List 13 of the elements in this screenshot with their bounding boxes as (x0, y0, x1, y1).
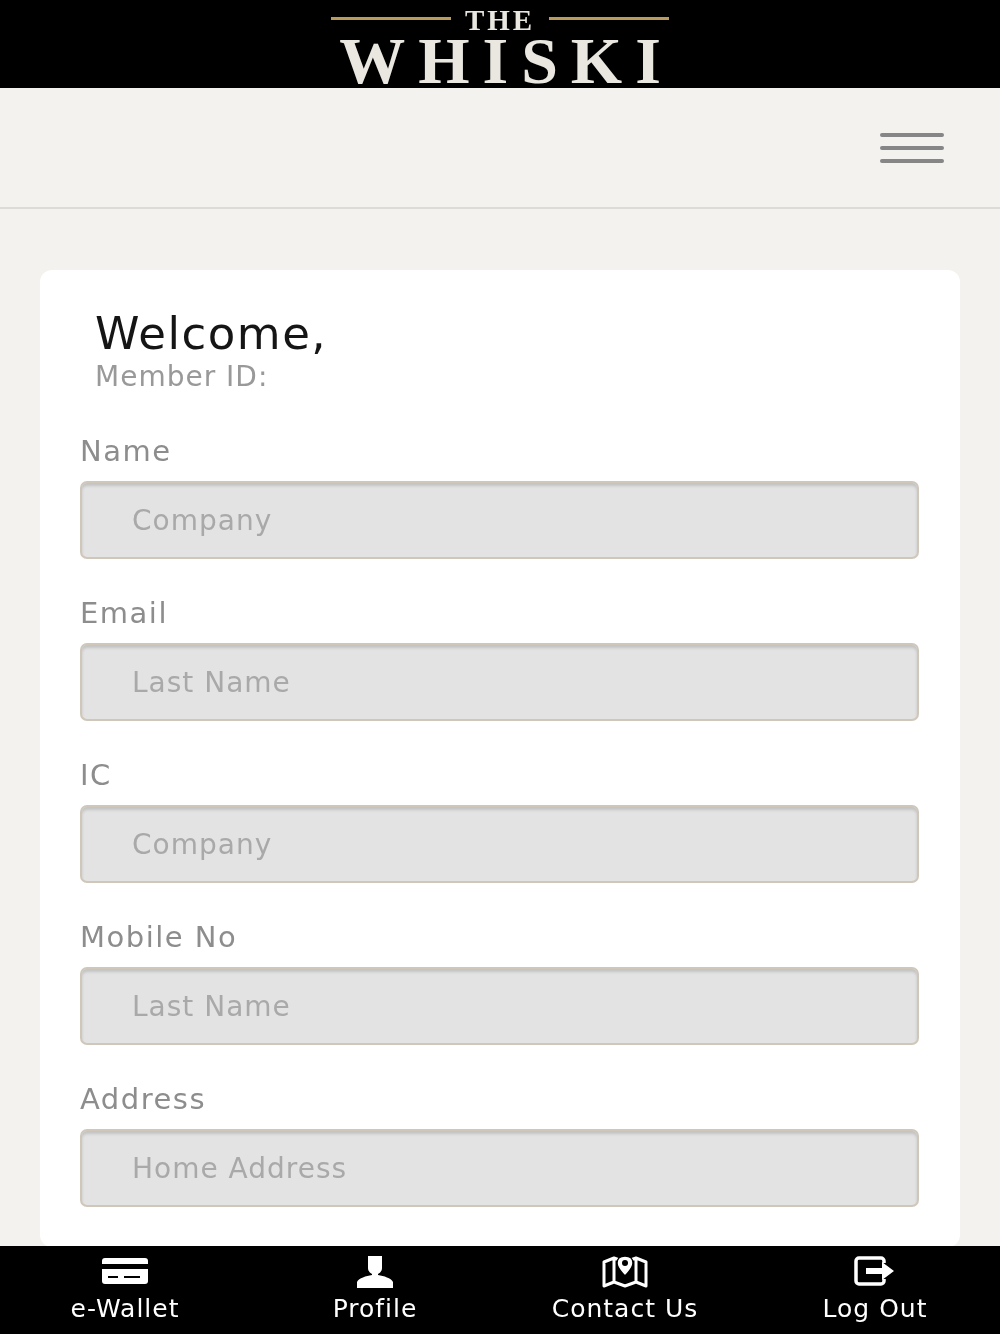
field-label: Name (80, 433, 172, 469)
member-id-label: Member ID: (95, 360, 269, 394)
field-label: Email (80, 595, 168, 631)
menu-button[interactable] (880, 132, 944, 163)
menu-icon (880, 132, 944, 163)
field-label: IC (80, 757, 112, 793)
logo-text: THE (464, 3, 536, 35)
logo-text: WHISKI (339, 36, 674, 86)
field-label: Mobile No (80, 919, 238, 955)
map-pin-icon (602, 1254, 648, 1288)
field-label: Address (80, 1081, 206, 1117)
welcome-heading: Welcome, (95, 308, 328, 360)
logout-icon (854, 1254, 896, 1288)
